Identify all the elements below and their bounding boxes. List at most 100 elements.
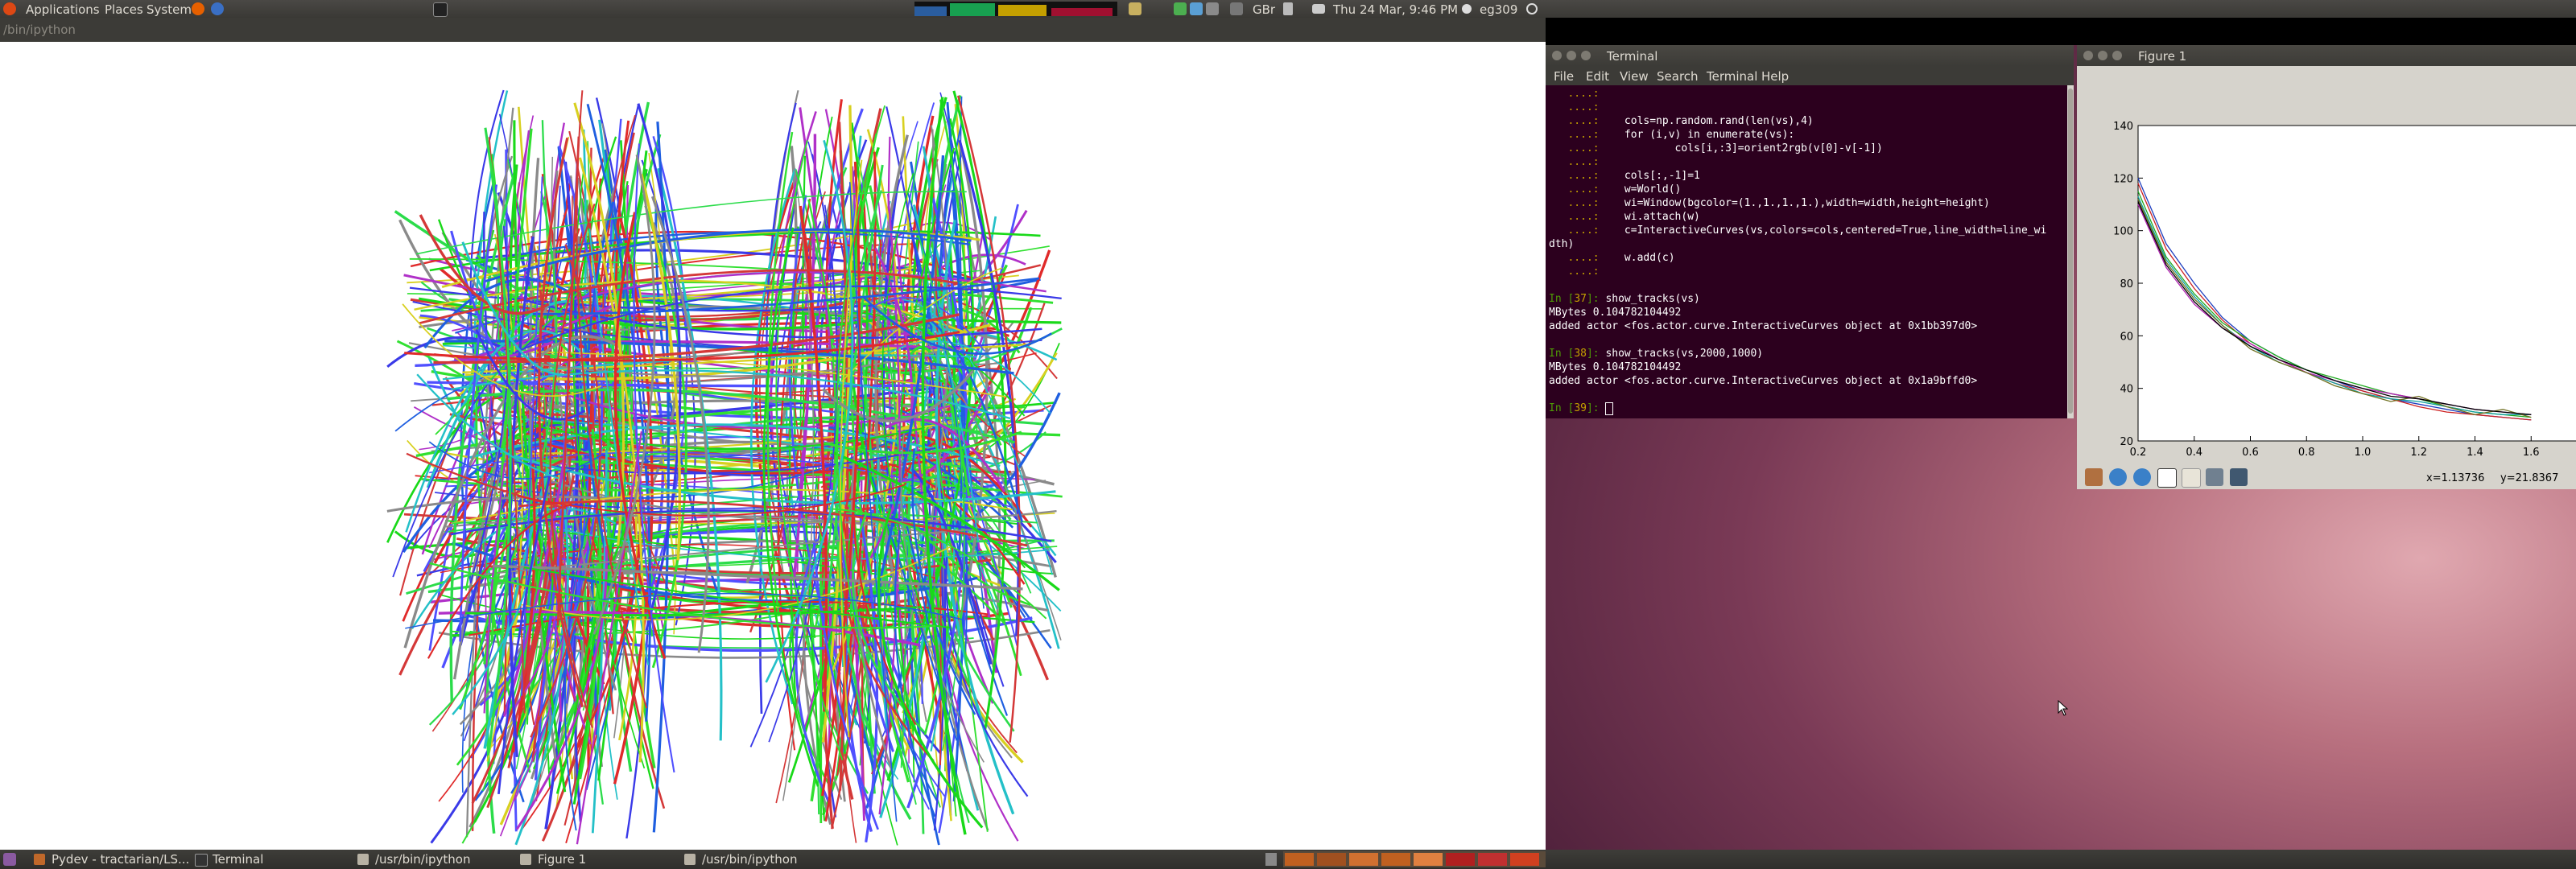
y-tick-label: 120 — [2113, 173, 2133, 185]
volume-icon[interactable] — [1283, 2, 1293, 15]
terminal-line: In [39]: — [1549, 402, 1614, 415]
terminal-text: show_tracks(vs,2000,1000) — [1599, 348, 1764, 360]
clock[interactable]: Thu 24 Mar, 9:46 PM — [1333, 2, 1458, 17]
terminal-output[interactable]: ....: ....: ....: cols=np.random.rand(le… — [1546, 85, 2067, 418]
terminal-scrollbar[interactable] — [2067, 85, 2074, 418]
terminal-line: ....: for (i,v) in enumerate(vs): — [1549, 128, 1794, 142]
fiber-tracks-render[interactable] — [0, 42, 1546, 850]
terminal-line: ....: — [1549, 101, 1599, 114]
x-tick-label: 0.8 — [2298, 447, 2315, 459]
eclipse-icon — [34, 854, 45, 865]
menu-file[interactable]: File — [1554, 69, 1574, 84]
minimize-icon[interactable] — [2098, 51, 2107, 60]
window-task-icon — [684, 854, 696, 865]
terminal-line: added actor <fos.actor.curve.Interactive… — [1549, 319, 1977, 333]
battery-icon[interactable] — [1206, 2, 1219, 15]
task-ipython-2-label: /usr/bin/ipython — [702, 852, 798, 867]
menu-edit[interactable]: Edit — [1586, 69, 1609, 84]
close-icon[interactable] — [1552, 51, 1562, 60]
menu-applications[interactable]: Applications — [26, 2, 100, 17]
desktop-top-strip — [1546, 18, 2576, 45]
workspace-switcher[interactable] — [1283, 851, 1546, 867]
figure-toolbar: x=1.13736 y=21.8367 — [2077, 463, 2576, 489]
task-ipython-1[interactable]: /usr/bin/ipython — [354, 851, 528, 867]
bluetooth-icon[interactable] — [1190, 2, 1203, 15]
menu-help[interactable]: Help — [1761, 69, 1789, 84]
terminal-line: ....: cols[:,-1]=1 — [1549, 169, 1699, 183]
mouse-cursor — [2058, 700, 2069, 716]
show-desktop-icon[interactable] — [3, 853, 16, 866]
subplots-icon[interactable] — [2206, 468, 2223, 486]
network-icon[interactable] — [1174, 2, 1187, 15]
trash-icon[interactable] — [1265, 853, 1277, 866]
maximize-icon[interactable] — [2112, 51, 2122, 60]
workspace-7[interactable] — [1478, 853, 1507, 866]
zoom-icon[interactable] — [2182, 468, 2201, 488]
menu-search[interactable]: Search — [1657, 69, 1699, 84]
user-icon[interactable] — [1462, 4, 1472, 14]
menu-system[interactable]: System — [147, 2, 192, 17]
terminal-prompt: ....: — [1549, 142, 1600, 154]
terminal-prompt: ....: — [1549, 211, 1600, 223]
workspace-3[interactable] — [1349, 853, 1378, 866]
menu-places[interactable]: Places — [105, 2, 143, 17]
terminal-prompt: ....: — [1549, 129, 1600, 141]
minimize-icon[interactable] — [1567, 51, 1576, 60]
pan-icon[interactable] — [2157, 468, 2177, 488]
workspace-2[interactable] — [1317, 853, 1346, 866]
axes-frame — [2137, 125, 2576, 442]
menu-view[interactable]: View — [1620, 69, 1649, 84]
terminal-text: MBytes 0.104782104492 — [1549, 361, 1682, 373]
ubuntu-logo-icon[interactable] — [3, 2, 16, 15]
terminal-titlebar[interactable]: Terminal — [1546, 45, 2074, 66]
task-ipython-2[interactable]: /usr/bin/ipython — [681, 851, 855, 867]
terminal-prompt: ....: — [1549, 115, 1600, 127]
x-tick-label: 1.6 — [2523, 447, 2540, 459]
terminal-window[interactable]: Terminal File Edit View Search Terminal … — [1546, 45, 2074, 418]
figure-titlebar[interactable]: Figure 1 — [2077, 45, 2576, 66]
terminal-line: dth) — [1549, 237, 1574, 251]
forward-icon[interactable] — [2133, 468, 2151, 486]
mail-icon[interactable] — [1312, 4, 1325, 14]
terminal-text: show_tracks(vs) — [1599, 293, 1700, 305]
terminal-line: ....: wi.attach(w) — [1549, 210, 1699, 224]
workspace-8[interactable] — [1510, 853, 1539, 866]
y-tick-label: 60 — [2120, 331, 2133, 343]
terminal-line: MBytes 0.104782104492 — [1549, 360, 1681, 374]
terminal-text: c=InteractiveCurves(vs,colors=cols,cente… — [1599, 224, 2047, 237]
figure-title: Figure 1 — [2138, 49, 2187, 64]
home-icon[interactable] — [2085, 468, 2103, 486]
line-chart[interactable]: 0.20.40.60.81.01.21.41.61.82040608010012… — [2077, 66, 2576, 468]
status-x: x=1.13736 — [2426, 472, 2485, 484]
workspace-6[interactable] — [1446, 853, 1475, 866]
keyboard-layout[interactable]: GBr — [1253, 2, 1275, 17]
terminal-line: added actor <fos.actor.curve.Interactive… — [1549, 374, 1977, 388]
firefox-icon[interactable] — [192, 2, 204, 15]
terminal-launcher-icon[interactable] — [433, 2, 448, 17]
workspace-5[interactable] — [1414, 853, 1443, 866]
task-pydev[interactable]: Pydev - tractarian/LS... — [31, 851, 204, 867]
scrollbar-thumb[interactable] — [2068, 89, 2073, 414]
terminal-line: ....: cols=np.random.rand(len(vs),4) — [1549, 114, 1813, 128]
notes-icon[interactable] — [1129, 2, 1141, 15]
keyboard-icon[interactable] — [1230, 2, 1243, 15]
task-ipython-1-label: /usr/bin/ipython — [375, 852, 471, 867]
user-name[interactable]: eg309 — [1480, 2, 1517, 17]
task-terminal[interactable]: Terminal — [192, 851, 365, 867]
back-icon[interactable] — [2109, 468, 2127, 486]
figure-window[interactable]: Figure 1 0.20.40.60.81.01.21.41.61.82040… — [2077, 45, 2576, 489]
ipython-window[interactable]: /bin/ipython — [0, 18, 1546, 850]
power-icon[interactable] — [1526, 3, 1538, 14]
maximize-icon[interactable] — [1581, 51, 1591, 60]
terminal-prompt: ....: — [1549, 266, 1600, 278]
menu-terminal[interactable]: Terminal — [1707, 69, 1757, 84]
workspace-1[interactable] — [1285, 853, 1314, 866]
task-figure[interactable]: Figure 1 — [517, 851, 691, 867]
y-tick-label: 100 — [2113, 226, 2133, 238]
close-icon[interactable] — [2083, 51, 2093, 60]
terminal-line: MBytes 0.104782104492 — [1549, 306, 1681, 319]
terminal-prompt: ....: — [1549, 170, 1600, 182]
save-icon[interactable] — [2230, 468, 2248, 486]
help-icon[interactable] — [211, 2, 224, 15]
workspace-4[interactable] — [1381, 853, 1410, 866]
